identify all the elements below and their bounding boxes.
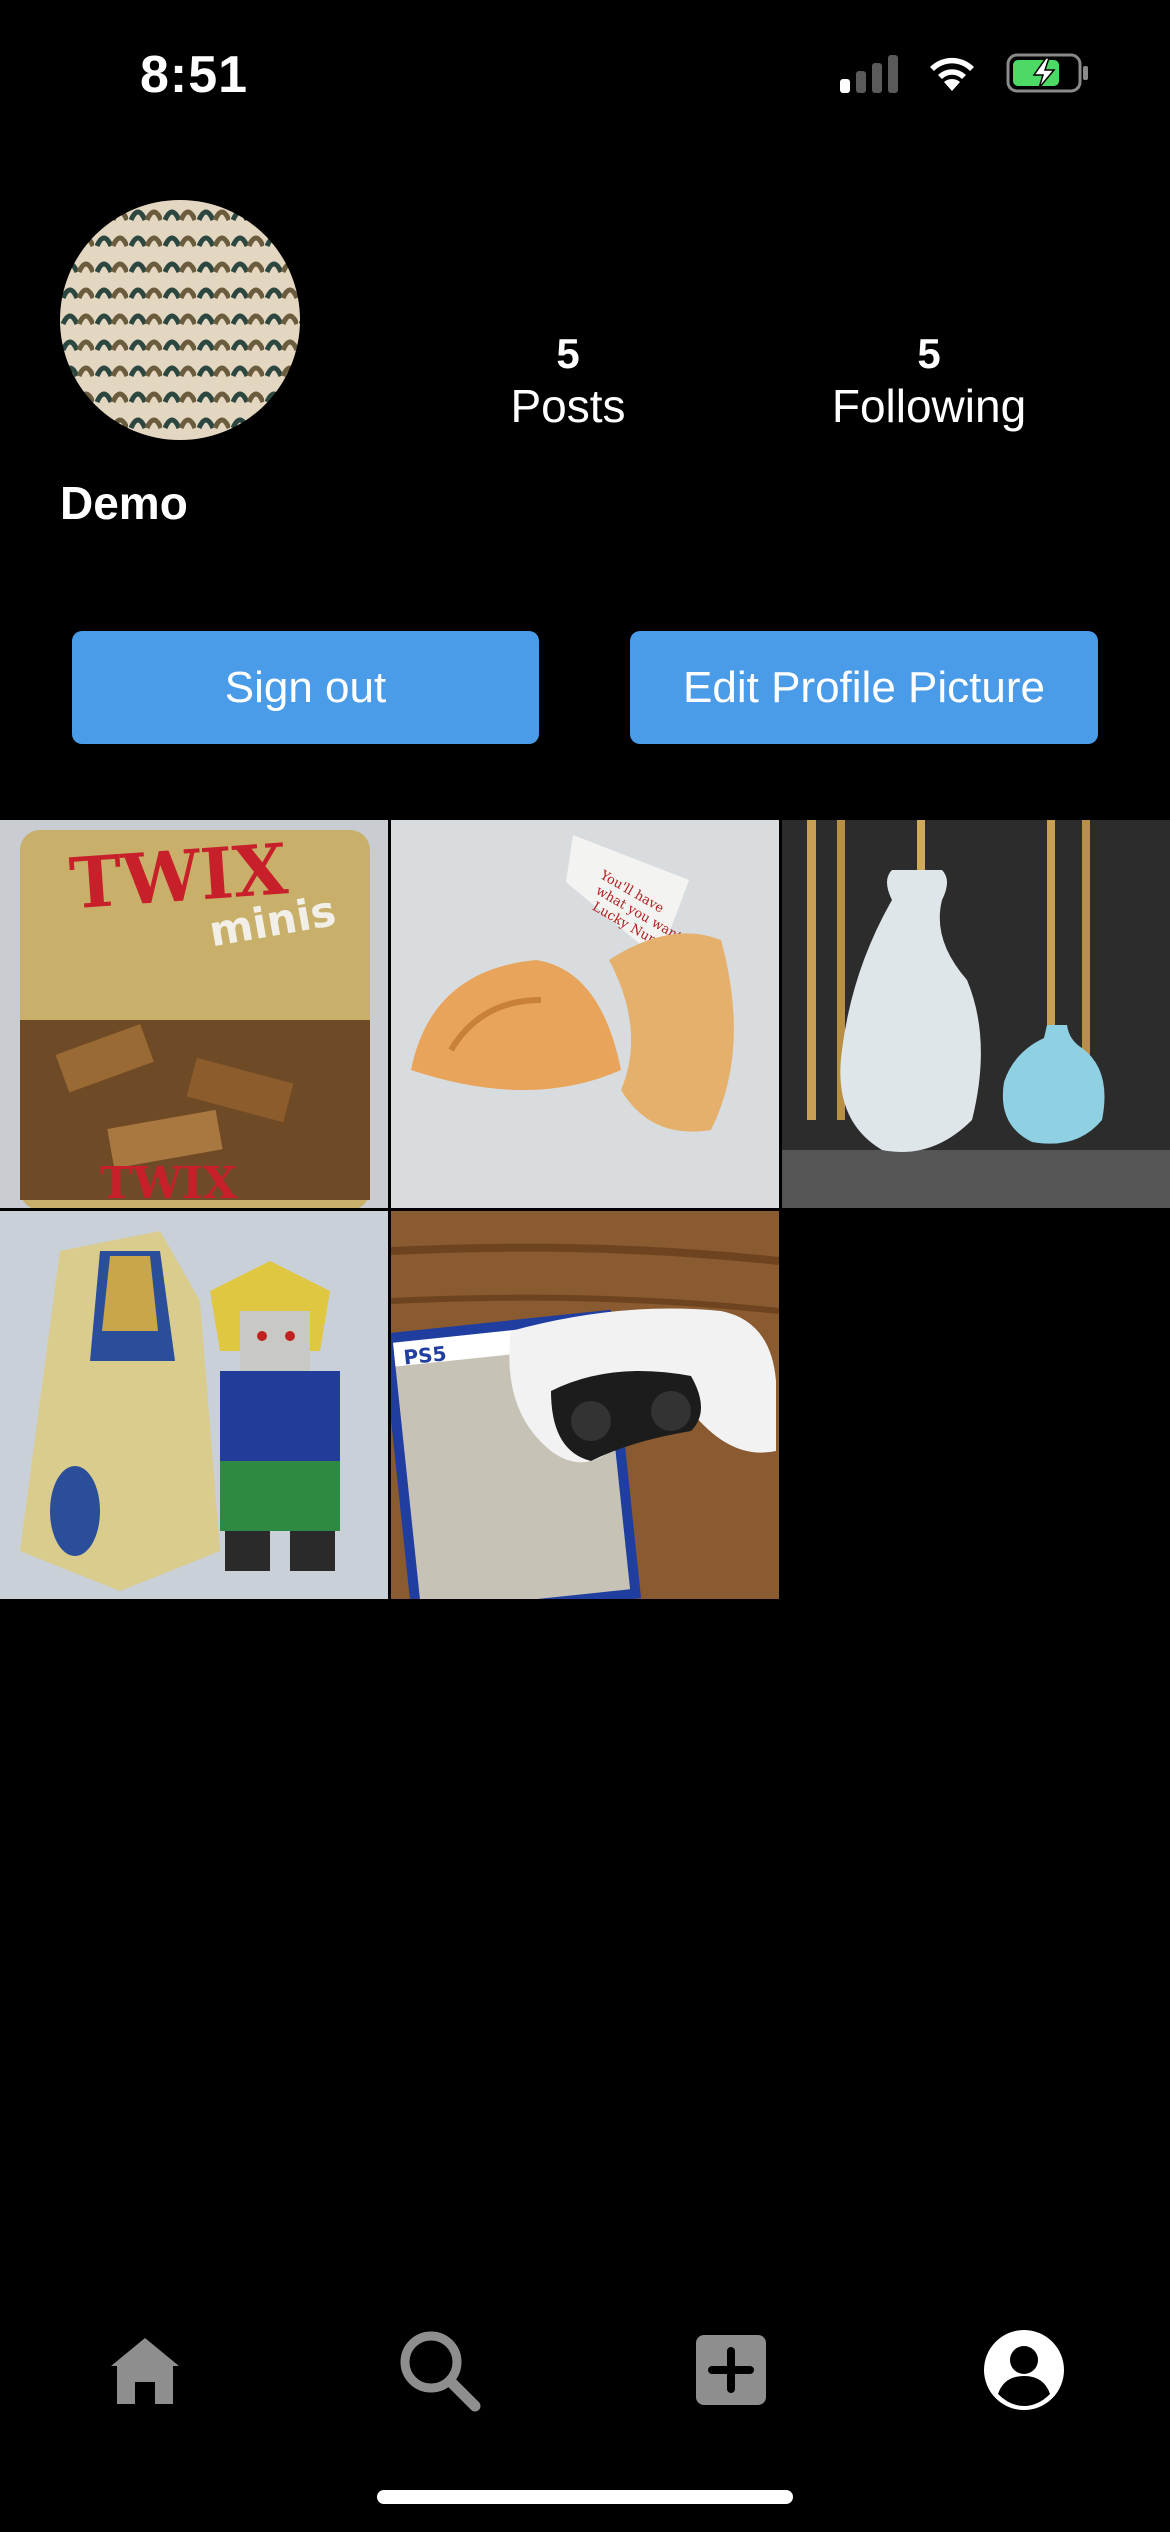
svg-text:TWIX: TWIX [100, 1158, 238, 1208]
tab-search[interactable] [389, 2320, 489, 2420]
home-icon [111, 2338, 179, 2404]
cellular-signal-icon [840, 53, 898, 93]
edit-profile-picture-button[interactable]: Edit Profile Picture [630, 631, 1098, 744]
home-indicator [377, 2490, 793, 2504]
posts-stat: 5 Posts [418, 330, 718, 434]
posts-label: Posts [510, 380, 626, 432]
post-thumbnail[interactable]: You'll have what you want Lucky Numbers [391, 820, 779, 1208]
avatar [60, 200, 300, 440]
post-thumbnail[interactable] [0, 1211, 388, 1599]
search-icon [400, 2331, 481, 2412]
tab-home[interactable] [95, 2320, 195, 2420]
battery-charging-icon [1006, 53, 1088, 93]
status-time: 8:51 [140, 46, 249, 104]
following-count: 5 [917, 330, 941, 377]
post-thumbnail[interactable] [782, 820, 1170, 1208]
following-stat[interactable]: 5 Following [779, 330, 1079, 434]
username: Demo [60, 477, 188, 529]
posts-count: 5 [556, 330, 580, 377]
add-post-icon [696, 2335, 766, 2405]
tab-add-post[interactable] [681, 2320, 781, 2420]
post-thumbnail[interactable]: PS5 [391, 1211, 779, 1599]
post-thumbnail[interactable]: TWIX minis TWIX [0, 820, 388, 1208]
following-label: Following [831, 380, 1027, 432]
profile-icon [984, 2330, 1064, 2410]
svg-text:PS5: PS5 [402, 1341, 447, 1369]
status-icons [840, 52, 1090, 94]
tab-bar [0, 2320, 1170, 2420]
tab-profile[interactable] [974, 2320, 1074, 2420]
sign-out-button[interactable]: Sign out [72, 631, 539, 744]
wifi-icon [930, 57, 974, 91]
